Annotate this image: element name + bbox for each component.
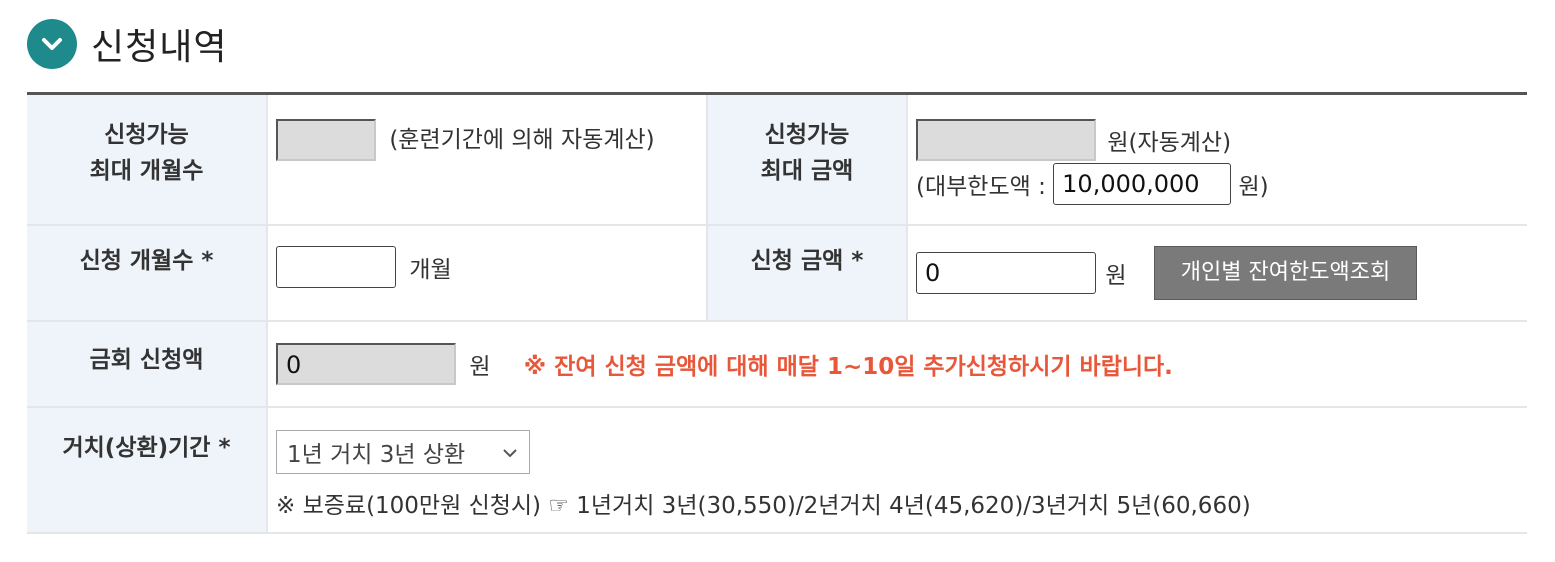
apply-amount-label: 신청 금액 * (707, 224, 908, 322)
max-amount-unit-note: 원(자동계산) (1107, 130, 1232, 156)
table-row: 신청 개월수 * 개월 신청 금액 * 0 원 개인별 잔여한도액조회 (27, 224, 1527, 322)
this-time-amount-unit: 원 (469, 353, 491, 380)
apply-months-cell: 개월 (267, 224, 708, 322)
guarantee-fee-note: ※ 보증료(100만원 신청시) ☞ 1년거치 3년(30,550)/2년거치 … (276, 492, 1251, 519)
apply-amount-input[interactable]: 0 (916, 251, 1096, 294)
chevron-down-icon[interactable] (27, 19, 77, 69)
loan-limit-prefix: (대부한도액 : (916, 174, 1046, 200)
additional-application-warning: ※ 잔여 신청 금액에 대해 매달 1~10일 추가신청하시기 바랍니다. (523, 353, 1173, 380)
grace-period-select[interactable]: 1년 거치 3년 상환 (276, 429, 530, 474)
table-row: 거치(상환)기간 * 1년 거치 3년 상환 ※ 보증료(100만원 신청시) … (27, 406, 1527, 534)
chevron-down-icon (501, 439, 519, 465)
max-months-cell: (훈련기간에 의해 자동계산) (267, 93, 708, 226)
loan-limit-suffix: 원) (1238, 174, 1269, 200)
apply-amount-cell: 0 원 개인별 잔여한도액조회 (907, 224, 1527, 322)
required-mark: * (851, 248, 864, 274)
max-amount-field (916, 119, 1096, 161)
grace-period-selected: 1년 거치 3년 상환 (287, 441, 466, 468)
table-row: 신청가능 최대 개월수 (훈련기간에 의해 자동계산) 신청가능 최대 금액 원… (27, 93, 1527, 226)
section-title: 신청내역 (91, 27, 228, 68)
apply-months-input[interactable] (276, 246, 396, 288)
apply-months-label: 신청 개월수 * (27, 224, 268, 322)
grace-period-cell: 1년 거치 3년 상환 ※ 보증료(100만원 신청시) ☞ 1년거치 3년(3… (267, 406, 1527, 534)
section-header: 신청내역 (27, 18, 227, 70)
apply-amount-unit: 원 (1105, 262, 1127, 289)
required-mark: * (201, 248, 214, 274)
max-months-label: 신청가능 최대 개월수 (27, 93, 268, 226)
max-amount-cell: 원(자동계산) (대부한도액 : 10,000,000 원) (907, 93, 1527, 226)
max-months-note: (훈련기간에 의해 자동계산) (389, 127, 655, 153)
this-time-amount-label: 금회 신청액 (27, 320, 268, 408)
this-time-amount-field: 0 (276, 342, 456, 385)
max-months-field (276, 119, 376, 161)
required-mark: * (218, 434, 231, 461)
remaining-limit-lookup-button[interactable]: 개인별 잔여한도액조회 (1153, 245, 1418, 300)
loan-limit-field: 10,000,000 (1053, 163, 1232, 205)
table-row: 금회 신청액 0 원 ※ 잔여 신청 금액에 대해 매달 1~10일 추가신청하… (27, 320, 1527, 408)
grace-period-label: 거치(상환)기간 * (27, 406, 268, 534)
this-time-amount-cell: 0 원 ※ 잔여 신청 금액에 대해 매달 1~10일 추가신청하시기 바랍니다… (267, 320, 1527, 408)
application-form-table: 신청가능 최대 개월수 (훈련기간에 의해 자동계산) 신청가능 최대 금액 원… (27, 92, 1527, 534)
apply-months-unit: 개월 (409, 257, 452, 283)
max-amount-label: 신청가능 최대 금액 (707, 93, 908, 226)
